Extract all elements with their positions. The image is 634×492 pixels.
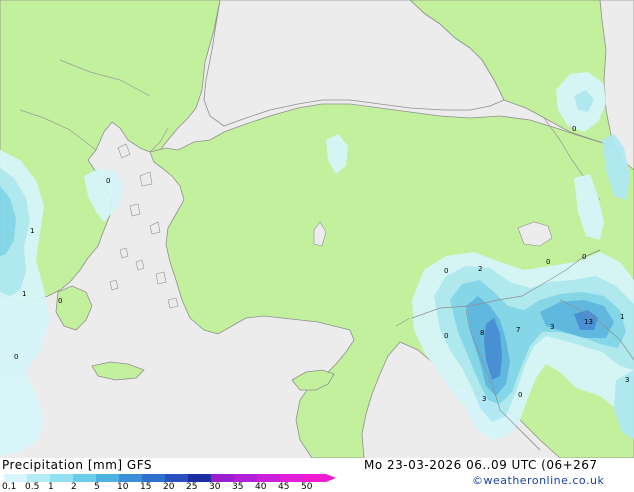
legend-tick-label: 30 bbox=[209, 482, 221, 492]
value-label: 8 bbox=[480, 329, 484, 337]
legend-swatch bbox=[96, 474, 119, 482]
value-label: 1 bbox=[30, 227, 34, 235]
legend-swatch bbox=[4, 474, 27, 482]
value-label: 0 bbox=[106, 177, 110, 185]
legend-swatch bbox=[257, 474, 280, 482]
legend-swatch bbox=[211, 474, 234, 482]
value-label: 0 bbox=[582, 253, 586, 261]
value-label: 1 bbox=[22, 290, 26, 298]
legend-tick-label: 0.5 bbox=[25, 482, 40, 492]
value-label: 7 bbox=[516, 326, 520, 334]
legend-tick-label: 50 bbox=[301, 482, 313, 492]
legend-tick-label: 10 bbox=[117, 482, 129, 492]
legend-tick-label: 35 bbox=[232, 482, 244, 492]
product-title: Precipitation [mm] GFS bbox=[2, 458, 152, 472]
value-label: 0 bbox=[444, 332, 448, 340]
value-label: 1 bbox=[620, 313, 624, 321]
legend-tick-label: 5 bbox=[94, 482, 100, 492]
legend-swatch bbox=[73, 474, 96, 482]
value-label: 0 bbox=[58, 297, 62, 305]
legend-swatch bbox=[303, 474, 326, 482]
legend-tick-label: 20 bbox=[163, 482, 175, 492]
precip-title: Precipitation [mm] bbox=[2, 458, 123, 472]
value-label: 0 bbox=[444, 267, 448, 275]
value-label: 0 bbox=[518, 391, 522, 399]
legend-swatch bbox=[280, 474, 303, 482]
value-label: 0 bbox=[572, 125, 576, 133]
value-label: 0 bbox=[14, 353, 18, 361]
model-name: GFS bbox=[126, 458, 152, 472]
legend-tick-label: 25 bbox=[186, 482, 198, 492]
legend-swatch bbox=[27, 474, 50, 482]
legend-tick-label: 15 bbox=[140, 482, 152, 492]
valid-time: Mo 23-03-2026 06..09 UTC (06+267 bbox=[364, 458, 598, 472]
color-legend bbox=[4, 474, 336, 482]
legend-swatch bbox=[119, 474, 142, 482]
legend-tick-label: 0.1 bbox=[2, 482, 17, 492]
legend-tick-label: 40 bbox=[255, 482, 267, 492]
value-label: 3 bbox=[625, 376, 629, 384]
value-label: 13 bbox=[584, 318, 593, 326]
legend-tick-label: 1 bbox=[48, 482, 54, 492]
legend-swatch bbox=[50, 474, 73, 482]
value-label: 0 bbox=[546, 258, 550, 266]
precipitation-map: 0 1 1 0 0 0 0 2 0 0 8 7 3 13 1 0 3 0 3 bbox=[0, 0, 634, 458]
value-label: 3 bbox=[550, 323, 554, 331]
legend-tick-label: 2 bbox=[71, 482, 77, 492]
value-label: 2 bbox=[478, 265, 482, 273]
legend-swatch bbox=[165, 474, 188, 482]
value-label: 3 bbox=[482, 395, 486, 403]
legend-arrow bbox=[326, 474, 336, 482]
legend-tick-label: 45 bbox=[278, 482, 290, 492]
credit-text: ©weatheronline.co.uk bbox=[472, 474, 605, 487]
map-canvas: 0 1 1 0 0 0 0 2 0 0 8 7 3 13 1 0 3 0 3 bbox=[0, 0, 634, 458]
legend-swatch bbox=[142, 474, 165, 482]
legend-swatch bbox=[234, 474, 257, 482]
legend-swatch bbox=[188, 474, 211, 482]
